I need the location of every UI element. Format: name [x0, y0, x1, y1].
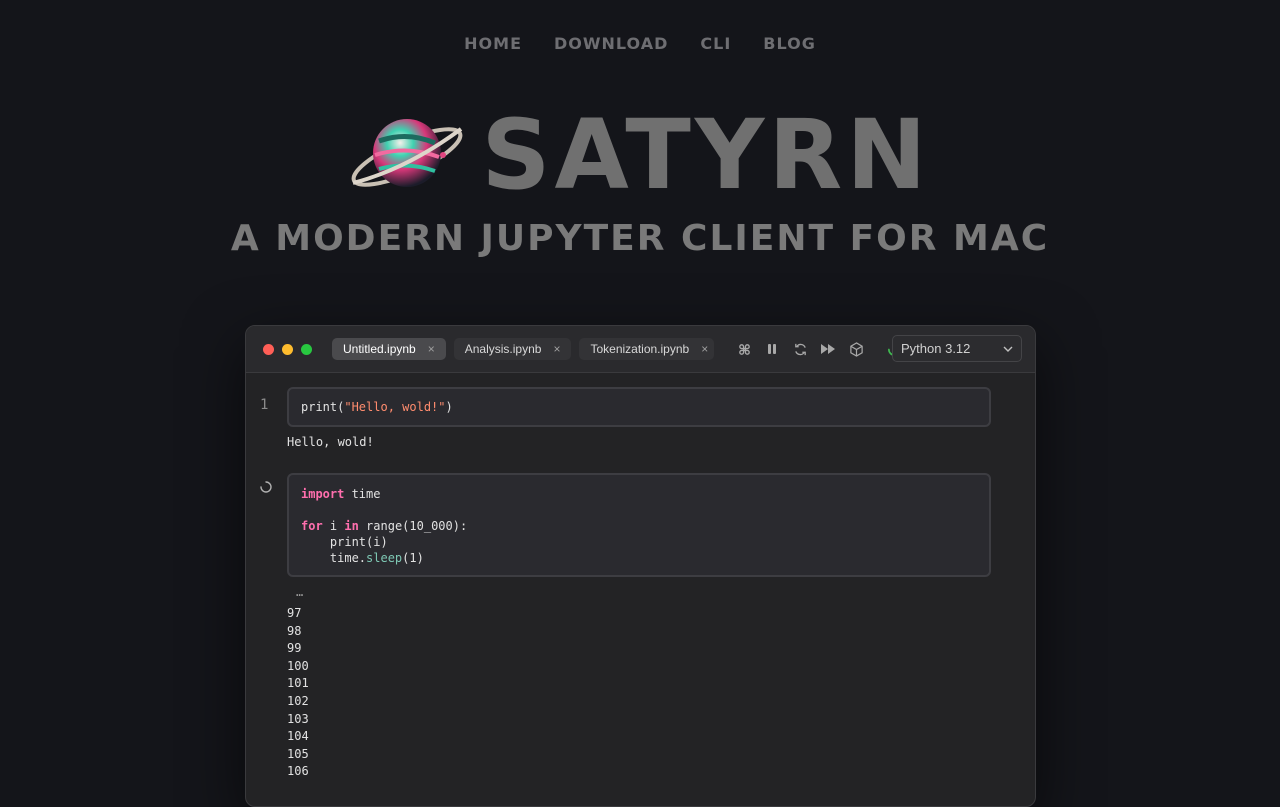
window-titlebar: Untitled.ipynb × Analysis.ipynb × Tokeni… — [246, 326, 1035, 373]
notebook-tabs: Untitled.ipynb × Analysis.ipynb × Tokeni… — [332, 338, 715, 360]
close-icon[interactable]: × — [553, 342, 560, 356]
chevron-down-icon — [1003, 346, 1013, 352]
toolbar — [736, 341, 902, 357]
top-nav: Home Download CLI Blog — [0, 34, 1280, 53]
output-line: 101 — [287, 676, 309, 691]
kernel-label: Python 3.12 — [901, 341, 971, 356]
planet-logo-icon — [351, 119, 463, 187]
output-line: 102 — [287, 693, 309, 708]
run-all-icon[interactable] — [820, 341, 836, 357]
output-line: 105 — [287, 746, 309, 761]
code-editor[interactable]: import time for i in range(10_000): prin… — [301, 486, 977, 566]
nav-download-link[interactable]: Download — [554, 34, 668, 53]
close-icon[interactable]: × — [701, 342, 708, 356]
cell-output: Hello, wold! — [287, 435, 374, 449]
nav-cli-link[interactable]: CLI — [700, 34, 731, 53]
traffic-lights — [263, 343, 312, 355]
output-line: 100 — [287, 658, 309, 673]
tab-untitled[interactable]: Untitled.ipynb × — [332, 338, 446, 360]
output-line: 106 — [287, 764, 309, 779]
nav-home-link[interactable]: Home — [464, 34, 522, 53]
cell-execution-count: 1 — [260, 397, 269, 413]
output-line: 99 — [287, 641, 302, 656]
restart-icon[interactable] — [792, 341, 808, 357]
package-icon[interactable] — [848, 341, 864, 357]
kernel-select[interactable]: Python 3.12 — [892, 335, 1022, 362]
brand-name: SATYRN — [481, 99, 931, 211]
tagline: A Modern Jupyter Client for Mac — [230, 218, 1050, 259]
output-line: 103 — [287, 711, 309, 726]
command-icon[interactable] — [736, 341, 752, 357]
pause-icon[interactable] — [764, 341, 780, 357]
running-spinner-icon — [260, 480, 272, 496]
output-truncated-ellipsis[interactable]: … — [296, 585, 303, 599]
tab-label: Tokenization.ipynb — [590, 342, 690, 356]
app-window: Untitled.ipynb × Analysis.ipynb × Tokeni… — [245, 325, 1036, 807]
tab-label: Analysis.ipynb — [464, 342, 542, 356]
output-line: 98 — [287, 623, 302, 638]
hero-title: SATYRN — [0, 100, 1280, 210]
nav-blog-link[interactable]: Blog — [763, 34, 816, 53]
code-editor[interactable]: print("Hello, wold!") — [301, 399, 453, 415]
code-cell[interactable]: print("Hello, wold!") — [287, 387, 991, 427]
tab-tokenization[interactable]: Tokenization.ipynb × — [579, 338, 715, 360]
output-line: 97 — [287, 606, 302, 620]
code-cell[interactable]: import time for i in range(10_000): prin… — [287, 473, 991, 577]
zoom-window-button[interactable] — [301, 343, 312, 355]
tab-label: Untitled.ipynb — [343, 342, 416, 356]
close-window-button[interactable] — [263, 343, 274, 355]
tab-analysis[interactable]: Analysis.ipynb × — [453, 338, 572, 360]
minimize-window-button[interactable] — [282, 343, 293, 355]
output-line: 104 — [287, 729, 309, 744]
close-icon[interactable]: × — [428, 342, 435, 356]
cell-output: 97 98 99 100 101 102 103 104 105 106 — [287, 605, 309, 781]
